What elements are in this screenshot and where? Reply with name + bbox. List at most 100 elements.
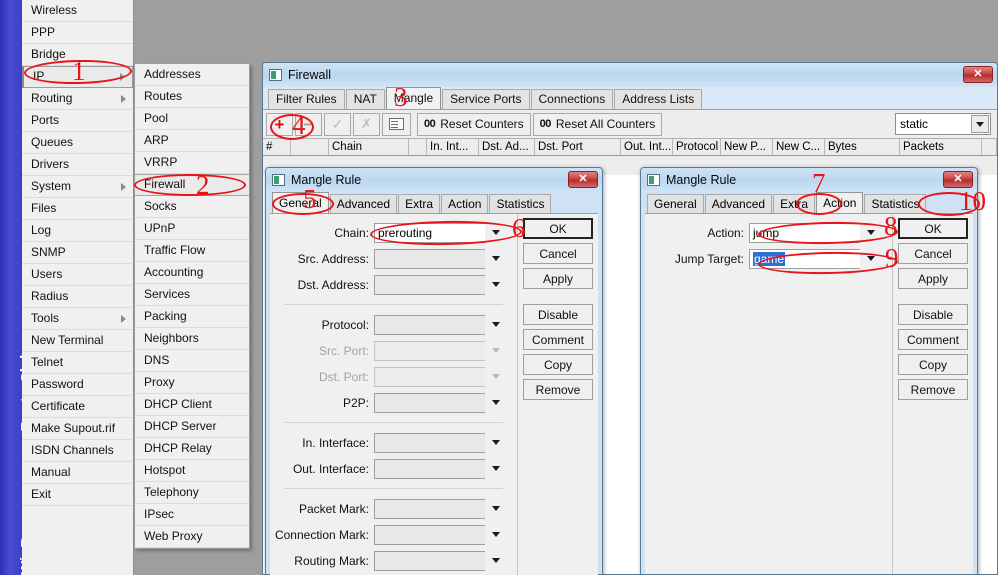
- routing-mark-input[interactable]: [374, 550, 485, 571]
- chevron-down-icon[interactable]: [485, 248, 507, 269]
- menu-item-isdn-channels[interactable]: ISDN Channels: [22, 440, 133, 462]
- column-header[interactable]: [409, 139, 427, 155]
- menu-item-telnet[interactable]: Telnet: [22, 352, 133, 374]
- ip-menu-item-firewall[interactable]: Firewall: [135, 174, 249, 196]
- general-disable-button[interactable]: Disable: [523, 304, 593, 325]
- ip-menu-item-accounting[interactable]: Accounting: [135, 262, 249, 284]
- menu-item-tools[interactable]: Tools: [22, 308, 133, 330]
- mangle-rule-action-dialog[interactable]: Mangle Rule ✕ General Advanced Extra Action…: [640, 167, 978, 575]
- menu-item-new-terminal[interactable]: New Terminal: [22, 330, 133, 352]
- ip-menu-item-dhcp-client[interactable]: DHCP Client: [135, 394, 249, 416]
- ip-menu-item-dns[interactable]: DNS: [135, 350, 249, 372]
- action-tab-extra[interactable]: Extra: [773, 194, 816, 213]
- menu-item-queues[interactable]: Queues: [22, 132, 133, 154]
- column-header-[interactable]: #: [263, 139, 291, 155]
- ip-menu-item-telephony[interactable]: Telephony: [135, 482, 249, 504]
- column-header-new-p[interactable]: New P...: [721, 139, 773, 155]
- column-header-bytes[interactable]: Bytes: [825, 139, 900, 155]
- firewall-toolbar[interactable]: + − ✓ ✗ 00 Reset Counters 00 Reset All C…: [263, 110, 997, 138]
- protocol-input[interactable]: [374, 314, 485, 335]
- mangle-rule-general-dialog[interactable]: Mangle Rule ✕ General Advanced Extra Action…: [265, 167, 603, 575]
- menu-item-ppp[interactable]: PPP: [22, 22, 133, 44]
- chevron-down-icon[interactable]: [485, 366, 507, 387]
- dialog-action-titlebar[interactable]: Mangle Rule ✕: [641, 168, 977, 192]
- column-header-out-int[interactable]: Out. Int...: [621, 139, 673, 155]
- general-tab-general[interactable]: General: [272, 192, 329, 213]
- column-header-protocol[interactable]: Protocol: [673, 139, 721, 155]
- dialog-action-tabbar[interactable]: General Advanced Extra Action Statistics: [645, 192, 973, 213]
- tab-nat[interactable]: NAT: [345, 89, 385, 109]
- menu-item-radius[interactable]: Radius: [22, 286, 133, 308]
- add-rule-button[interactable]: +: [266, 112, 293, 136]
- chevron-down-icon[interactable]: [485, 458, 507, 479]
- column-header-dst-ad[interactable]: Dst. Ad...: [479, 139, 535, 155]
- winbox-main-menu[interactable]: Wireless PPP Bridge IP Routing Ports Queues Dri…: [22, 0, 134, 575]
- close-icon[interactable]: ✕: [963, 66, 993, 83]
- chevron-down-icon[interactable]: [485, 550, 507, 571]
- enable-rule-button[interactable]: ✓: [324, 112, 351, 136]
- chevron-down-icon[interactable]: [485, 274, 507, 295]
- chevron-down-icon[interactable]: [485, 432, 507, 453]
- winbox-ip-submenu[interactable]: Addresses Routes Pool ARP VRRP Firewall Socks U…: [134, 64, 250, 549]
- jump-target-input[interactable]: game: [749, 248, 860, 269]
- menu-item-password[interactable]: Password: [22, 374, 133, 396]
- close-icon[interactable]: ✕: [568, 171, 598, 188]
- ip-menu-item-dhcp-relay[interactable]: DHCP Relay: [135, 438, 249, 460]
- ip-menu-item-hotspot[interactable]: Hotspot: [135, 460, 249, 482]
- in-interface-input[interactable]: [374, 432, 485, 453]
- out-interface-input[interactable]: [374, 458, 485, 479]
- menu-item-make-supout-rif[interactable]: Make Supout.rif: [22, 418, 133, 440]
- ip-menu-item-proxy[interactable]: Proxy: [135, 372, 249, 394]
- menu-item-wireless[interactable]: Wireless: [22, 0, 133, 22]
- chevron-down-icon[interactable]: [485, 392, 507, 413]
- general-apply-button[interactable]: Apply: [523, 268, 593, 289]
- column-header-chain[interactable]: Chain: [329, 139, 409, 155]
- general-comment-button[interactable]: Comment: [523, 329, 593, 350]
- src-address-input[interactable]: [374, 248, 485, 269]
- reset-all-counters-button[interactable]: 00 Reset All Counters: [532, 112, 663, 136]
- general-remove-button[interactable]: Remove: [523, 379, 593, 400]
- chevron-down-icon[interactable]: [485, 222, 507, 243]
- dialog-general-buttons[interactable]: OK Cancel Apply Disable Comment Copy Remove: [518, 214, 598, 575]
- ip-menu-item-addresses[interactable]: Addresses: [135, 64, 249, 86]
- chevron-down-icon[interactable]: [485, 314, 507, 335]
- ip-menu-item-neighbors[interactable]: Neighbors: [135, 328, 249, 350]
- action-tab-general[interactable]: General: [647, 194, 704, 213]
- ip-menu-item-packing[interactable]: Packing: [135, 306, 249, 328]
- menu-item-ports[interactable]: Ports: [22, 110, 133, 132]
- dialog-action-buttons[interactable]: OK Cancel Apply Disable Comment Copy Remove: [893, 214, 973, 574]
- packet-mark-input[interactable]: [374, 498, 485, 519]
- action-cancel-button[interactable]: Cancel: [898, 243, 968, 264]
- chevron-down-icon[interactable]: [485, 524, 507, 545]
- ip-menu-item-routes[interactable]: Routes: [135, 86, 249, 108]
- action-copy-button[interactable]: Copy: [898, 354, 968, 375]
- action-disable-button[interactable]: Disable: [898, 304, 968, 325]
- action-ok-button[interactable]: OK: [898, 218, 968, 239]
- tab-connections[interactable]: Connections: [530, 89, 614, 109]
- action-input[interactable]: jump: [749, 222, 860, 243]
- chevron-down-icon[interactable]: [860, 248, 882, 269]
- menu-item-files[interactable]: Files: [22, 198, 133, 220]
- disable-rule-button[interactable]: ✗: [353, 112, 380, 136]
- chain-input[interactable]: prerouting: [374, 222, 485, 243]
- ip-menu-item-services[interactable]: Services: [135, 284, 249, 306]
- ip-menu-item-socks[interactable]: Socks: [135, 196, 249, 218]
- menu-item-routing[interactable]: Routing: [22, 88, 133, 110]
- column-header-in-int[interactable]: In. Int...: [427, 139, 479, 155]
- src-port-input[interactable]: [374, 340, 485, 361]
- menu-item-users[interactable]: Users: [22, 264, 133, 286]
- chevron-down-icon[interactable]: [485, 340, 507, 361]
- column-header-dst-port[interactable]: Dst. Port: [535, 139, 621, 155]
- general-tab-advanced[interactable]: Advanced: [329, 194, 398, 213]
- menu-item-ip[interactable]: IP: [22, 66, 133, 88]
- tab-filter-rules[interactable]: Filter Rules: [268, 89, 345, 109]
- action-remove-button[interactable]: Remove: [898, 379, 968, 400]
- general-tab-action[interactable]: Action: [441, 194, 489, 213]
- action-tab-statistics[interactable]: Statistics: [864, 194, 927, 213]
- dialog-general-tabbar[interactable]: General Advanced Extra Action Statistics: [270, 192, 598, 213]
- ip-menu-item-dhcp-server[interactable]: DHCP Server: [135, 416, 249, 438]
- connection-mark-input[interactable]: [374, 524, 485, 545]
- action-tab-action[interactable]: Action: [816, 192, 864, 213]
- ip-menu-item-pool[interactable]: Pool: [135, 108, 249, 130]
- ip-menu-item-vrrp[interactable]: VRRP: [135, 152, 249, 174]
